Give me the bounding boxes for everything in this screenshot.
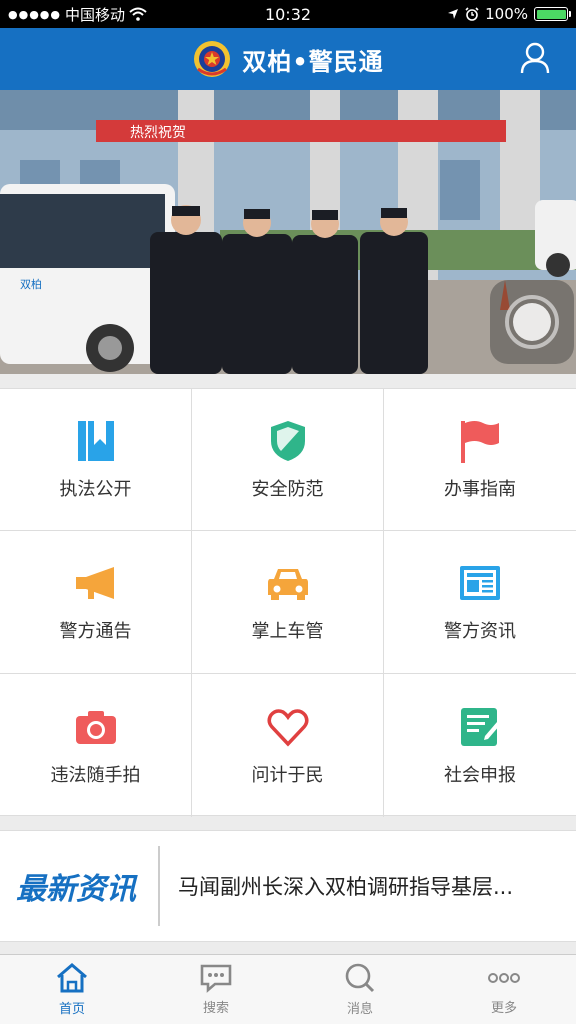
book-icon bbox=[77, 420, 114, 461]
chat-icon bbox=[200, 964, 232, 993]
status-bar: ●●●●● 中国移动 10:32 100% bbox=[0, 0, 576, 28]
nav-bar: 双柏•警民通 bbox=[0, 28, 576, 90]
grid-item-law-enforcement[interactable]: 执法公开 bbox=[0, 389, 192, 531]
user-button[interactable] bbox=[520, 42, 550, 74]
grid-item-photo-report[interactable]: 违法随手拍 bbox=[0, 674, 192, 817]
grid-item-vehicle[interactable]: 掌上车管 bbox=[192, 531, 384, 674]
tab-search[interactable]: 搜索 bbox=[144, 955, 288, 1024]
grid-item-notice[interactable]: 警方通告 bbox=[0, 531, 192, 674]
tab-more[interactable]: 更多 bbox=[432, 955, 576, 1024]
police-emblem-icon bbox=[194, 41, 231, 77]
latest-news-bar[interactable]: 最新资讯 马闻副州长深入双柏调研指导基层... bbox=[0, 830, 576, 942]
battery-fill bbox=[536, 9, 566, 19]
flag-icon bbox=[461, 420, 499, 463]
page-title: 双柏•警民通 bbox=[242, 47, 384, 76]
tab-label: 首页 bbox=[58, 1002, 85, 1017]
shield-icon bbox=[270, 420, 305, 461]
home-icon bbox=[57, 963, 87, 993]
grid-item-public-advice[interactable]: 问计于民 bbox=[192, 674, 384, 817]
bus-text: 双柏 bbox=[20, 277, 42, 291]
megaphone-icon bbox=[75, 567, 114, 599]
latest-news-badge-text: 最新资讯 bbox=[16, 872, 138, 907]
feature-grid: 执法公开 安全防范 办事指南 警方通告 掌上车管 警方资讯 违法随手拍 问计于民… bbox=[0, 388, 576, 817]
latest-news-badge: 最新资讯 bbox=[0, 846, 160, 926]
camera-icon bbox=[75, 710, 116, 744]
tab-label: 搜索 bbox=[202, 1001, 229, 1016]
car-icon bbox=[267, 569, 308, 600]
grid-item-label: 问计于民 bbox=[251, 764, 324, 786]
grid-item-guide[interactable]: 办事指南 bbox=[384, 389, 576, 531]
newspaper-icon bbox=[460, 566, 500, 600]
user-icon bbox=[520, 42, 550, 74]
battery-icon bbox=[534, 7, 571, 21]
more-icon bbox=[488, 973, 520, 983]
carrier-label: 中国移动 bbox=[65, 5, 126, 24]
location-arrow-icon bbox=[448, 9, 459, 19]
grid-item-label: 警方资讯 bbox=[444, 621, 516, 642]
assistive-touch-button[interactable] bbox=[490, 280, 574, 364]
grid-item-safety[interactable]: 安全防范 bbox=[192, 389, 384, 531]
tab-label: 消息 bbox=[346, 1002, 373, 1017]
grid-item-label: 办事指南 bbox=[444, 478, 516, 500]
form-icon bbox=[461, 707, 500, 746]
tab-label: 更多 bbox=[490, 1001, 517, 1016]
signal-strength-icon: ●●●●● bbox=[8, 7, 61, 21]
news-headline[interactable]: 马闻副州长深入双柏调研指导基层... bbox=[160, 871, 560, 901]
battery-percent: 100% bbox=[485, 5, 528, 23]
alarm-icon bbox=[465, 7, 479, 21]
status-time: 10:32 bbox=[264, 4, 312, 24]
wifi-icon bbox=[129, 7, 147, 21]
grid-item-label: 掌上车管 bbox=[251, 621, 324, 642]
grid-item-news[interactable]: 警方资讯 bbox=[384, 531, 576, 674]
tab-messages[interactable]: 消息 bbox=[288, 955, 432, 1024]
tab-bar: 首页 搜索 消息 更多 bbox=[0, 954, 576, 1024]
latest-news-logo: 最新资讯 bbox=[16, 872, 138, 907]
grid-item-label: 安全防范 bbox=[251, 478, 324, 500]
grid-item-social-report[interactable]: 社会申报 bbox=[384, 674, 576, 817]
grid-item-label: 警方通告 bbox=[59, 621, 132, 642]
tab-home[interactable]: 首页 bbox=[0, 955, 144, 1024]
banner-sign-text: 热烈祝贺 bbox=[130, 125, 186, 141]
grid-item-label: 社会申报 bbox=[444, 764, 516, 786]
heart-icon bbox=[267, 708, 308, 747]
search-icon bbox=[345, 963, 375, 993]
grid-item-label: 违法随手拍 bbox=[50, 764, 141, 786]
grid-item-label: 执法公开 bbox=[59, 478, 132, 500]
